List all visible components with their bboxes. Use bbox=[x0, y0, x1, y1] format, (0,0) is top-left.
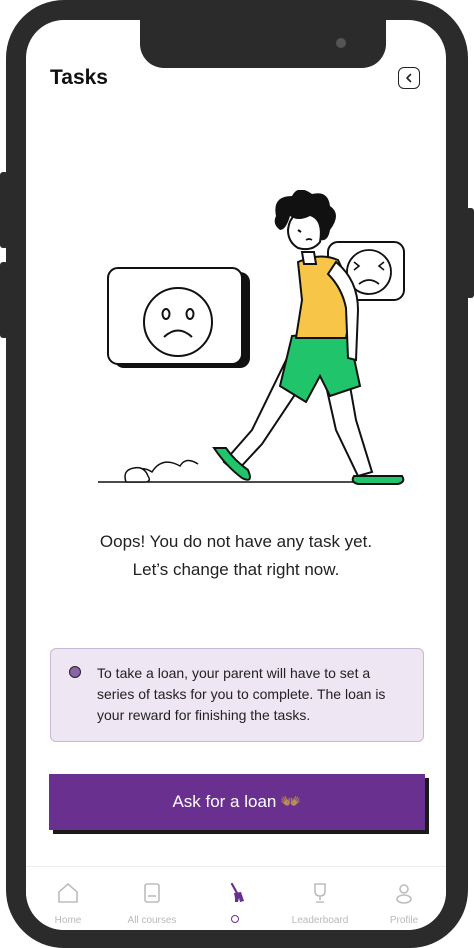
camera bbox=[336, 38, 346, 48]
chevron-left-icon bbox=[406, 73, 412, 83]
side-button-right bbox=[466, 208, 474, 298]
broom-icon bbox=[230, 882, 244, 902]
empty-state-line-1: Oops! You do not have any task yet. bbox=[99, 532, 373, 551]
side-button-left-1 bbox=[0, 172, 8, 248]
nav-active-indicator bbox=[231, 915, 239, 923]
ask-for-loan-label: Ask for a loan bbox=[172, 792, 277, 811]
nav-home[interactable]: Home bbox=[26, 867, 110, 930]
notch bbox=[140, 20, 386, 68]
trophy-icon bbox=[314, 883, 326, 903]
profile-icon bbox=[396, 884, 412, 904]
info-bullet-icon bbox=[69, 666, 81, 678]
home-icon bbox=[58, 883, 78, 903]
page-title: Tasks bbox=[50, 66, 108, 89]
nav-leaderboard[interactable]: Leaderboard bbox=[278, 867, 362, 930]
empty-state-line-2: Let’s change that right now. bbox=[132, 560, 340, 579]
nav-leaderboard-label: Leaderboard bbox=[291, 915, 349, 926]
nav-all-courses[interactable]: All courses bbox=[110, 867, 194, 930]
phone-screen: Tasks Oops! You do not have any task yet… bbox=[26, 20, 446, 930]
open-hands-icon: 👐🏽 bbox=[280, 792, 302, 811]
ask-for-loan-button[interactable]: Ask for a loan 👐🏽 bbox=[49, 774, 425, 830]
book-icon bbox=[144, 883, 160, 903]
bottom-nav: Home All courses Leaderboard Profile bbox=[26, 866, 446, 930]
sad-person-illustration bbox=[98, 190, 405, 485]
nav-home-label: Home bbox=[54, 915, 82, 926]
nav-tasks[interactable] bbox=[194, 867, 278, 930]
nav-all-courses-label: All courses bbox=[127, 915, 177, 926]
info-box: To take a loan, your parent will have to… bbox=[50, 648, 424, 742]
back-button[interactable] bbox=[398, 67, 420, 89]
empty-state-message: Oops! You do not have any task yet. Let’… bbox=[26, 528, 446, 584]
side-button-left-2 bbox=[0, 262, 8, 338]
info-text: To take a loan, your parent will have to… bbox=[97, 665, 386, 723]
nav-profile[interactable]: Profile bbox=[362, 867, 446, 930]
nav-profile-label: Profile bbox=[389, 915, 419, 926]
